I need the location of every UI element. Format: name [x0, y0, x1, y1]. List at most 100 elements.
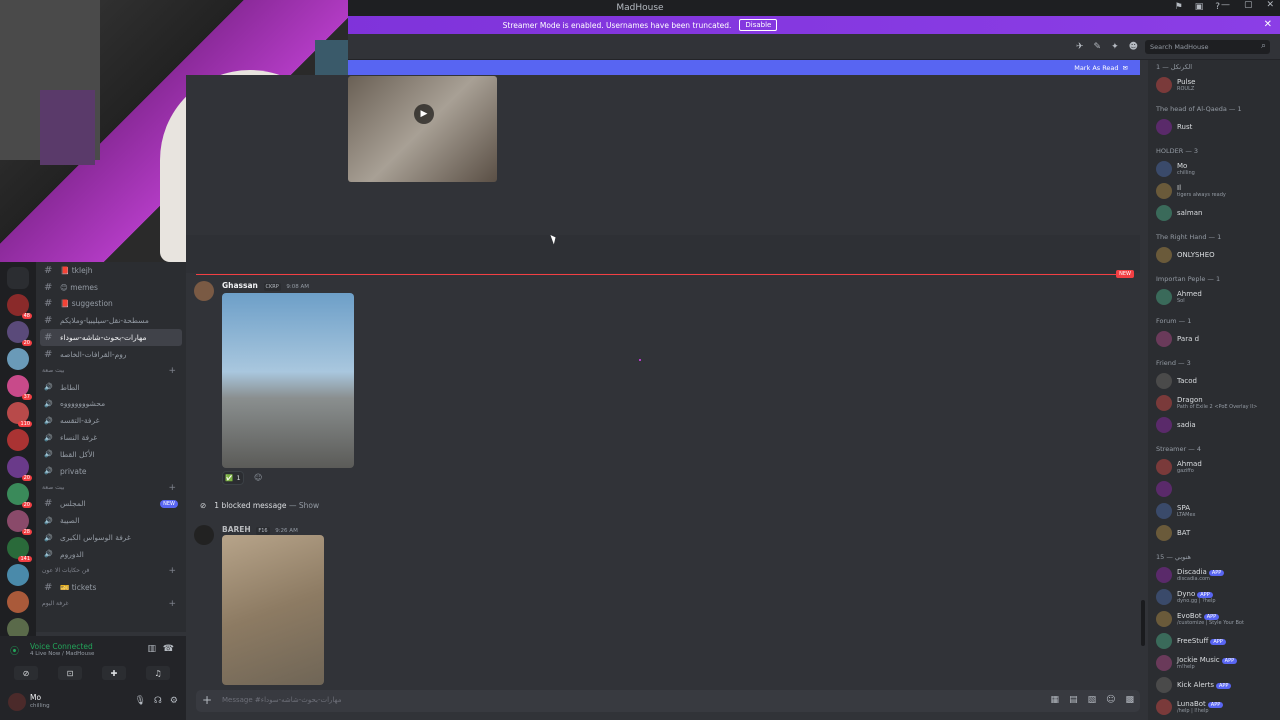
server-icon[interactable]: [7, 564, 29, 586]
server-icon[interactable]: [7, 267, 29, 289]
message-author[interactable]: BAREH: [222, 525, 251, 534]
server-icon[interactable]: 20: [7, 321, 32, 346]
member-item[interactable]: Ahmed Sol: [1148, 286, 1280, 308]
channel-item[interactable]: 🔊 غرفة-التقسه: [36, 412, 186, 429]
play-icon[interactable]: ▶: [414, 104, 434, 124]
attach-plus-icon[interactable]: +: [202, 693, 212, 707]
gift-icon[interactable]: ▦: [1051, 695, 1060, 705]
camera-off-button[interactable]: ⊘: [14, 666, 38, 680]
server-icon[interactable]: 37: [7, 375, 32, 400]
help-icon[interactable]: ?: [1215, 2, 1220, 12]
member-item[interactable]: FreeStuff APP: [1148, 630, 1280, 652]
member-item[interactable]: LunaBot APP/help | l!help: [1148, 696, 1280, 718]
noise-icon[interactable]: ▥: [147, 644, 156, 654]
channel-category[interactable]: فن حكايات الا عون +: [36, 563, 186, 579]
channel-item[interactable]: 🔊 private: [36, 463, 186, 480]
mark-as-read-bar[interactable]: Mark As Read ✉: [348, 60, 1140, 75]
member-item[interactable]: Kick Alerts APP: [1148, 674, 1280, 696]
mute-bell-icon[interactable]: ✎: [1094, 42, 1102, 52]
search-input[interactable]: Search MadHouse ⌕: [1145, 40, 1270, 54]
channel-item[interactable]: # المجلس NEW: [36, 496, 186, 513]
member-item[interactable]: Ahmad gaziffo: [1148, 456, 1280, 478]
member-item[interactable]: Dyno APP dyno.gg | ?help: [1148, 586, 1280, 608]
headphones-icon[interactable]: ☊: [154, 696, 162, 706]
sticker-icon[interactable]: ▧: [1088, 695, 1097, 705]
server-icon[interactable]: 110: [7, 402, 32, 427]
channel-item[interactable]: 🔊 غرفة النساء: [36, 429, 186, 446]
channel-item[interactable]: 🔊 الصيبة: [36, 512, 186, 529]
threads-icon[interactable]: ✈: [1076, 42, 1084, 52]
channel-item[interactable]: # 😊 memes: [36, 279, 186, 296]
image-attachment[interactable]: [222, 293, 354, 468]
channel-item[interactable]: # روم-القرافات-الخاصه: [36, 346, 186, 363]
channel-item[interactable]: # مهارات-بحوث-شاشه-سوداء: [40, 329, 182, 346]
add-channel-icon[interactable]: +: [168, 566, 176, 576]
channel-category[interactable]: غرفة اليوم +: [36, 596, 186, 612]
channel-item[interactable]: # 📕 tklejh: [36, 262, 186, 279]
server-icon[interactable]: [7, 348, 29, 370]
maximize-icon[interactable]: ▢: [1244, 0, 1253, 10]
monitor-icon[interactable]: ▣: [1195, 2, 1204, 12]
apps-icon[interactable]: ▩: [1125, 695, 1134, 705]
inbox-icon[interactable]: ⚑: [1175, 2, 1183, 12]
disable-streamer-button[interactable]: Disable: [739, 19, 778, 31]
message-composer[interactable]: + Message #مهارات-بحوث-شاشه-سوداء ▦ ▤ ▧ …: [196, 690, 1140, 712]
video-attachment[interactable]: ▶: [348, 76, 497, 182]
server-icon[interactable]: [7, 429, 29, 451]
member-item[interactable]: Mo chilling: [1148, 158, 1280, 180]
member-item[interactable]: EvoBot APP/customize | Style Your Bot: [1148, 608, 1280, 630]
chat-scrollbar[interactable]: [1141, 600, 1145, 646]
channel-item[interactable]: # 🎫 tickets: [36, 579, 186, 596]
member-item[interactable]: Il tigers always ready: [1148, 180, 1280, 202]
channel-item[interactable]: 🔊 غرفة الوسواس الكبرى: [36, 529, 186, 546]
show-blocked-link[interactable]: — Show: [289, 501, 319, 510]
channel-item[interactable]: 🔊 الطاط: [36, 379, 186, 396]
minimize-icon[interactable]: —: [1221, 0, 1230, 10]
activities-button[interactable]: ✚: [102, 666, 126, 680]
close-window-icon[interactable]: ✕: [1266, 0, 1274, 10]
members-icon[interactable]: ☻: [1129, 42, 1138, 52]
reaction[interactable]: ✅ 1: [222, 471, 244, 485]
avatar[interactable]: [8, 693, 26, 711]
disconnect-icon[interactable]: ☎: [163, 644, 174, 654]
add-channel-icon[interactable]: +: [168, 599, 176, 609]
emoji-icon[interactable]: ☺: [1106, 695, 1115, 705]
member-item[interactable]: Para d: [1148, 328, 1280, 350]
voice-channel[interactable]: 4 Live Now / MadHouse: [30, 651, 94, 657]
channel-category[interactable]: بيت صعة +: [36, 480, 186, 496]
add-channel-icon[interactable]: +: [168, 483, 176, 493]
channel-item[interactable]: 🔊 محشوووووووه: [36, 396, 186, 413]
server-icon[interactable]: 20: [7, 483, 32, 508]
gif-icon[interactable]: ▤: [1069, 695, 1078, 705]
server-icon[interactable]: 20: [7, 456, 32, 481]
member-item[interactable]: Rust: [1148, 116, 1280, 138]
channel-item[interactable]: 🔊 الدوروم: [36, 546, 186, 563]
member-item[interactable]: Tacod: [1148, 370, 1280, 392]
server-icon[interactable]: [7, 591, 29, 613]
member-item[interactable]: sadia: [1148, 414, 1280, 436]
server-icon[interactable]: 141: [7, 537, 32, 562]
channel-item[interactable]: # مسطحة-نقل-سيليبيا-وملايكم: [36, 312, 186, 329]
settings-gear-icon[interactable]: ⚙: [170, 696, 178, 706]
pin-icon[interactable]: ✦: [1111, 42, 1119, 52]
member-item[interactable]: [1148, 478, 1280, 500]
member-item[interactable]: SPA LTAMex: [1148, 500, 1280, 522]
avatar[interactable]: [194, 525, 214, 545]
member-item[interactable]: Jockie Music APP m!help: [1148, 652, 1280, 674]
microphone-icon[interactable]: 🎙: [134, 696, 145, 706]
server-icon[interactable]: 48: [7, 294, 32, 319]
channel-item[interactable]: # 📕 suggestion: [36, 296, 186, 313]
avatar[interactable]: [194, 281, 214, 301]
close-banner-icon[interactable]: ✕: [1264, 19, 1272, 30]
member-item[interactable]: Dragon Path of Exile 2 <PoE Overlay II>: [1148, 392, 1280, 414]
member-item[interactable]: Discadia APP discadia.com: [1148, 564, 1280, 586]
channel-category[interactable]: بيت صعة +: [36, 363, 186, 379]
member-item[interactable]: Pulse ROULZ: [1148, 74, 1280, 96]
server-icon[interactable]: 28: [7, 510, 32, 535]
image-attachment[interactable]: [222, 535, 324, 685]
member-item[interactable]: salman: [1148, 202, 1280, 224]
message-author[interactable]: Ghassan: [222, 281, 258, 290]
member-item[interactable]: BAT: [1148, 522, 1280, 544]
screen-share-button[interactable]: ⊡: [58, 666, 82, 680]
add-reaction-icon[interactable]: ☺: [254, 473, 262, 482]
